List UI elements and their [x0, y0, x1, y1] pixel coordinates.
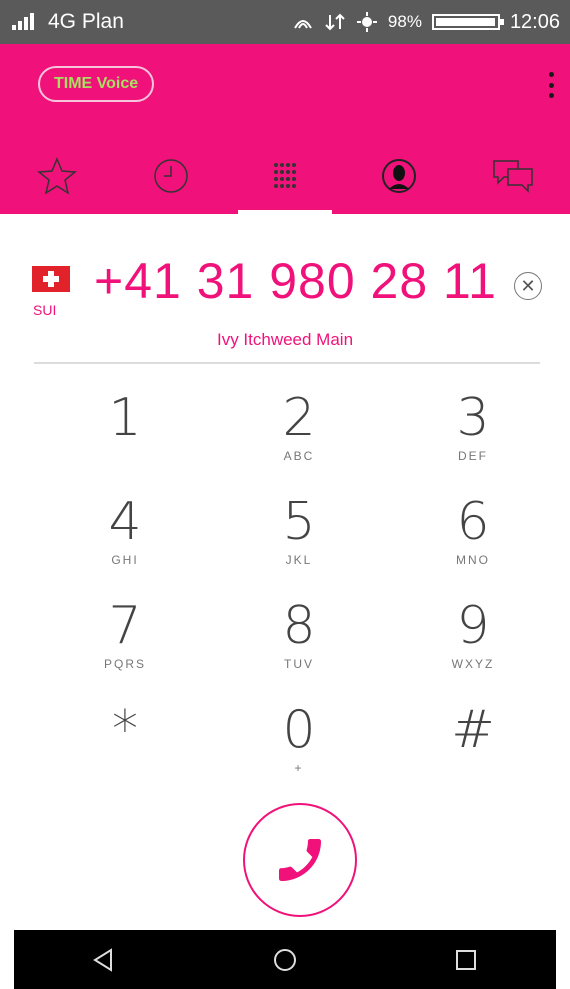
app-header: TIME Voice [0, 44, 570, 214]
clear-number-button[interactable]: ✕ [514, 272, 542, 300]
star-icon [37, 157, 77, 195]
phone-icon [279, 839, 321, 881]
key-3[interactable]: 3 DEF [398, 389, 548, 490]
dialpad-icon [274, 163, 296, 188]
recents-icon[interactable] [451, 945, 481, 975]
key-1[interactable]: 1 [50, 389, 200, 490]
clock-time: 12:06 [509, 10, 560, 33]
key-9[interactable]: 9 WXYZ [398, 597, 548, 698]
key-7[interactable]: 7 PQRS [50, 597, 200, 698]
dial-keypad: 1 2 ABC 3 DEF 4 GHI 5 JKL 6 MNO 7 PQRS 8… [0, 380, 570, 800]
location-icon [356, 12, 377, 32]
close-icon: ✕ [520, 275, 536, 296]
brand-badge[interactable]: TIME Voice [38, 66, 155, 102]
status-bar: 4G Plan 98% 12:06 [0, 0, 570, 44]
matched-contact-name: Ivy Itchweed Main [216, 330, 354, 349]
battery-percent: 98% [387, 12, 422, 31]
chat-icon [493, 160, 533, 193]
divider [34, 362, 540, 364]
key-8[interactable]: 8 TUV [224, 597, 374, 698]
number-display: SUI +41 31 980 28 11 ✕ [0, 250, 570, 320]
key-hash[interactable]: # [398, 701, 548, 802]
overflow-menu-icon[interactable] [548, 72, 554, 98]
tab-messages[interactable] [456, 138, 570, 214]
tab-contacts[interactable] [342, 138, 456, 214]
system-nav-bar [14, 930, 556, 989]
clock-icon [154, 159, 188, 193]
home-icon[interactable] [270, 945, 300, 975]
tab-favorites[interactable] [0, 138, 114, 214]
tab-recents[interactable] [114, 138, 228, 214]
contact-icon [382, 159, 416, 193]
back-icon[interactable] [89, 945, 119, 975]
phone-number-field[interactable]: +41 31 980 28 11 [94, 252, 497, 310]
battery-icon [431, 14, 504, 30]
nfc-icon [294, 20, 312, 29]
country-code: SUI [33, 302, 57, 318]
key-4[interactable]: 4 GHI [50, 493, 200, 594]
key-6[interactable]: 6 MNO [398, 493, 548, 594]
key-2[interactable]: 2 ABC [224, 389, 374, 490]
key-star[interactable]: * [50, 701, 200, 802]
key-0[interactable]: 0 + [224, 701, 374, 802]
carrier-label: 4G Plan [48, 10, 124, 33]
tab-bar [0, 138, 570, 214]
swiss-flag-icon[interactable] [32, 266, 70, 292]
data-icon [325, 13, 345, 31]
tab-keypad[interactable] [228, 138, 342, 214]
signal-icon [12, 12, 40, 32]
call-button[interactable] [243, 803, 357, 917]
key-5[interactable]: 5 JKL [224, 493, 374, 594]
